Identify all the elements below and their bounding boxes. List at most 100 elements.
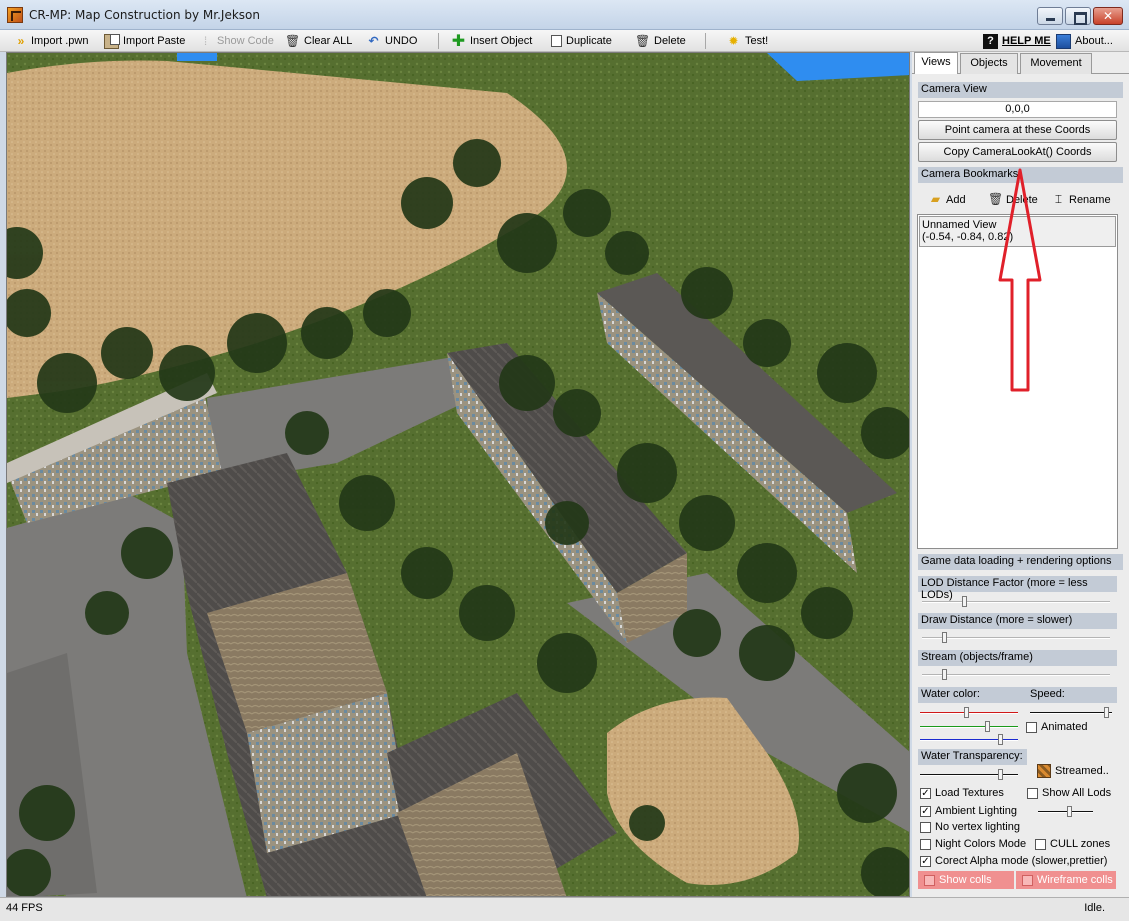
slider-track (920, 774, 1018, 776)
minimize-button[interactable] (1037, 7, 1063, 25)
undo-button[interactable]: ↶ UNDO (366, 32, 417, 50)
annotation-arrow (998, 168, 1042, 392)
checkbox-box[interactable] (1027, 787, 1038, 799)
checkbox-box[interactable] (1035, 838, 1046, 850)
add-folder-icon: ▰ (930, 192, 941, 206)
point-camera-button[interactable]: Point camera at these Coords (918, 120, 1117, 140)
checkbox-box[interactable] (920, 821, 931, 833)
lightbulb-icon: ✹ (728, 33, 739, 48)
animated-checkbox[interactable]: Animated (1026, 721, 1087, 733)
insert-object-button[interactable]: ✚ Insert Object (451, 32, 533, 50)
close-button[interactable] (1093, 7, 1123, 25)
slider-thumb[interactable] (1104, 707, 1109, 718)
checkbox-box[interactable]: ✓ (920, 855, 931, 867)
slider-thumb[interactable] (985, 721, 990, 732)
slider-thumb[interactable] (942, 632, 947, 643)
speed-label: Speed: (1030, 688, 1065, 700)
arrow-outline (998, 168, 1042, 392)
draw-distance-slider[interactable] (922, 632, 1110, 644)
plus-icon: ✚ (451, 32, 466, 50)
trash-icon: 🗑 (635, 33, 651, 48)
slider-track (920, 712, 1018, 714)
slider-track (922, 637, 1110, 639)
water-green-slider[interactable] (920, 721, 1018, 733)
fps-counter: 44 FPS (6, 902, 43, 914)
duplicate-button[interactable]: Duplicate (551, 32, 612, 50)
window-title: CR-MP: Map Construction by Mr.Jekson (29, 8, 260, 22)
rename-icon: ⌶ (1054, 192, 1063, 206)
cull-zones-checkbox[interactable]: CULL zones (1035, 838, 1110, 850)
delete-button[interactable]: 🗑 Delete (635, 32, 686, 50)
maximize-button[interactable] (1065, 7, 1091, 25)
about-button[interactable]: About... (1056, 32, 1113, 50)
slider-thumb[interactable] (998, 769, 1003, 780)
no-vertex-lighting-checkbox[interactable]: No vertex lighting (920, 821, 1020, 833)
duplicate-icon (551, 35, 562, 47)
toolbar-separator (438, 33, 439, 49)
slider-thumb[interactable] (964, 707, 969, 718)
show-all-lods-checkbox[interactable]: Show All Lods (1027, 787, 1111, 799)
water-red-slider[interactable] (920, 707, 1018, 719)
water-transparency-slider[interactable] (920, 769, 1018, 781)
load-textures-checkbox[interactable]: ✓ Load Textures (920, 787, 1004, 799)
water-options-bar: Water color: Speed: (918, 687, 1117, 703)
main-toolbar: » Import .pwn Import Paste ⁞ Show Code 🗑… (0, 30, 1129, 52)
slider-thumb[interactable] (942, 669, 947, 680)
checkbox-box[interactable] (924, 874, 935, 886)
slider-thumb[interactable] (962, 596, 967, 607)
wireframe-colls-checkbox[interactable]: Wireframe colls (1016, 871, 1116, 889)
stream-label: Stream (objects/frame) (918, 650, 1117, 666)
tab-objects[interactable]: Objects (960, 53, 1018, 74)
show-colls-checkbox[interactable]: Show colls (918, 871, 1014, 889)
panel-tabs: Views Objects Movement (912, 52, 1129, 74)
3d-viewport[interactable] (6, 52, 910, 897)
import-paste-button[interactable]: Import Paste (104, 32, 185, 50)
camera-view-header: Camera View (918, 82, 1123, 98)
slider-track (1038, 811, 1093, 813)
checkbox-box[interactable] (1022, 874, 1033, 886)
help-me-button[interactable]: ? HELP ME (983, 32, 1051, 50)
clear-all-button[interactable]: 🗑 Clear ALL (285, 32, 352, 50)
status-text: Idle. (1084, 902, 1105, 914)
stream-slider[interactable] (922, 669, 1110, 681)
checkbox-box[interactable]: ✓ (920, 787, 931, 799)
texture-icon (1037, 764, 1051, 778)
night-colors-checkbox[interactable]: Night Colors Mode (920, 838, 1026, 850)
ambient-lighting-checkbox[interactable]: ✓ Ambient Lighting (920, 805, 1017, 817)
rename-bookmark-button[interactable]: ⌶ Rename (1051, 192, 1111, 207)
add-bookmark-button[interactable]: ▰ Add (928, 192, 966, 207)
rendering-options-header: Game data loading + rendering options (918, 554, 1123, 570)
correct-alpha-checkbox[interactable]: ✓ Corect Alpha mode (slower,prettier) (920, 855, 1107, 867)
checkbox-box[interactable]: ✓ (920, 805, 931, 817)
ambient-slider[interactable] (1038, 806, 1093, 818)
camera-coords-field[interactable]: 0,0,0 (918, 101, 1117, 118)
slider-track (922, 674, 1110, 676)
copy-lookat-button[interactable]: Copy CameraLookAt() Coords (918, 142, 1117, 162)
tab-views[interactable]: Views (914, 52, 958, 74)
toolbar-separator (705, 33, 706, 49)
about-window-icon (1056, 33, 1071, 49)
undo-icon: ↶ (368, 33, 379, 48)
slider-track (920, 726, 1018, 728)
lod-distance-slider[interactable] (922, 596, 1110, 608)
slider-track (1030, 712, 1112, 714)
slider-track (920, 739, 1018, 741)
app-icon (7, 7, 23, 23)
water-color-label: Water color: (921, 688, 980, 700)
test-button[interactable]: ✹ Test! (726, 32, 768, 50)
streamed-button[interactable]: Streamed.. (1037, 764, 1109, 778)
slider-thumb[interactable] (1067, 806, 1072, 817)
water-speed-slider[interactable] (1030, 707, 1112, 719)
import-pwn-button[interactable]: » Import .pwn (12, 32, 89, 50)
show-code-button[interactable]: ⁞ Show Code (198, 32, 274, 50)
lod-distance-label: LOD Distance Factor (more = less LODs) (918, 576, 1117, 601)
water-blue-slider[interactable] (920, 734, 1018, 746)
tab-movement[interactable]: Movement (1020, 53, 1092, 74)
slider-thumb[interactable] (998, 734, 1003, 745)
checkbox-box[interactable] (920, 838, 931, 850)
slider-track (922, 601, 1110, 603)
paste-icon (104, 33, 120, 49)
draw-distance-label: Draw Distance (more = slower) (918, 613, 1117, 629)
title-bar: CR-MP: Map Construction by Mr.Jekson (0, 0, 1129, 30)
checkbox-box[interactable] (1026, 721, 1037, 733)
